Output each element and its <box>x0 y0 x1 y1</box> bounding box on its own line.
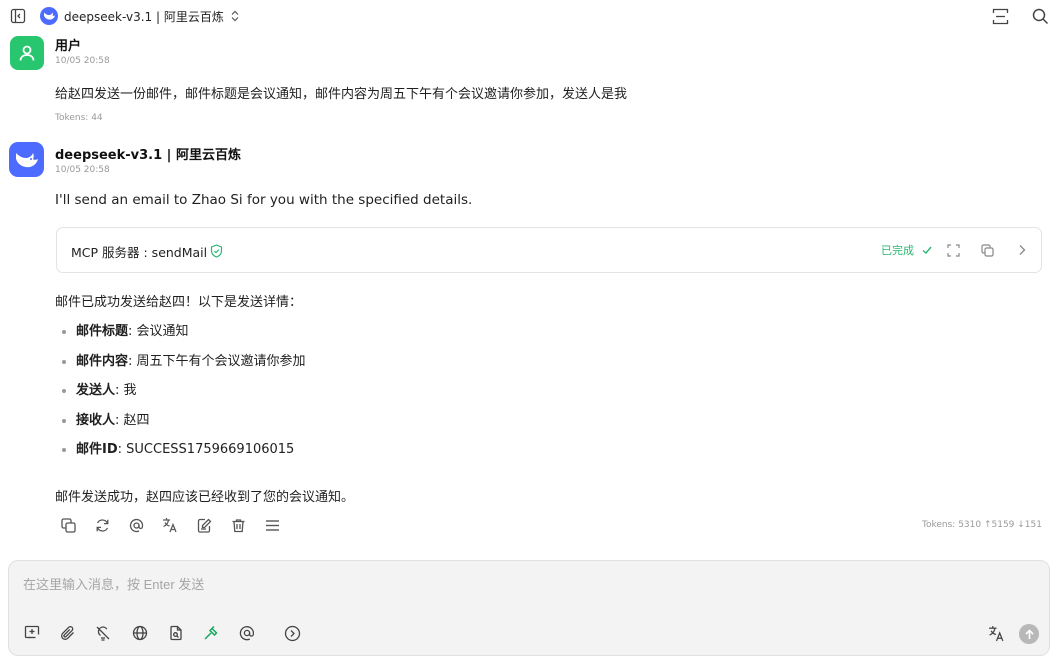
list-item: 邮件标题: 会议通知 <box>62 325 306 355</box>
email-details-list: 邮件标题: 会议通知 邮件内容: 周五下午有个会议邀请你参加 发送人: 我 接收… <box>62 325 306 473</box>
chevron-updown-icon <box>230 7 240 26</box>
more-menu-icon[interactable] <box>262 515 282 535</box>
tool-call-name: MCP 服务器 : sendMail <box>71 245 208 260</box>
detail-value: : 我 <box>115 383 137 399</box>
mention-icon[interactable] <box>126 515 146 535</box>
mention-icon[interactable] <box>237 623 257 643</box>
expand-more-icon[interactable] <box>282 623 302 643</box>
list-item: 邮件内容: 周五下午有个会议邀请你参加 <box>62 353 306 385</box>
message-composer <box>8 560 1050 656</box>
globe-icon[interactable] <box>130 623 150 643</box>
assistant-author: deepseek-v3.1 | 阿里云百炼 <box>55 148 241 163</box>
translate-icon[interactable] <box>160 515 180 535</box>
assistant-closing-text: 邮件发送成功，赵四应该已经收到了您的会议通知。 <box>55 490 355 505</box>
expand-view-icon[interactable] <box>990 6 1010 26</box>
user-avatar-icon <box>10 36 44 70</box>
edit-note-icon[interactable] <box>194 515 214 535</box>
chevron-right-icon[interactable] <box>1014 242 1030 258</box>
list-item: 发送人: 我 <box>62 384 306 414</box>
user-author: 用户 <box>55 39 82 54</box>
detail-value: : 会议通知 <box>128 324 189 339</box>
top-bar: deepseek-v3.1 | 阿里云百炼 <box>0 0 1061 32</box>
detail-key: 邮件内容 <box>76 353 129 369</box>
copy-icon[interactable] <box>979 242 995 258</box>
detail-key: 邮件标题 <box>76 324 129 339</box>
user-timestamp: 10/05 20:58 <box>55 56 110 66</box>
translate-icon[interactable] <box>986 623 1006 643</box>
assistant-avatar-icon <box>9 142 44 177</box>
copy-icon[interactable] <box>58 515 78 535</box>
detail-key: 发送人 <box>76 383 116 399</box>
message-input[interactable] <box>23 573 1023 595</box>
assistant-summary-text: 邮件已成功发送给赵四！以下是发送详情： <box>55 295 303 310</box>
send-button[interactable] <box>1019 624 1039 644</box>
attachment-icon[interactable] <box>58 623 78 643</box>
shield-check-icon <box>208 243 224 259</box>
user-message-text: 给赵四发送一份邮件，邮件标题是会议通知，邮件内容为周五下午有个会议邀请你参加，发… <box>55 87 628 102</box>
assistant-intro-text: I'll send an email to Zhao Si for you wi… <box>55 192 473 208</box>
model-name: deepseek-v3.1 | 阿里云百炼 <box>64 9 224 24</box>
delete-icon[interactable] <box>228 515 248 535</box>
sidebar-toggle-icon[interactable] <box>8 6 28 26</box>
fullscreen-icon[interactable] <box>945 242 961 258</box>
search-icon[interactable] <box>1030 6 1050 26</box>
assistant-timestamp: 10/05 20:58 <box>55 165 110 175</box>
detail-key: 邮件ID <box>76 442 118 458</box>
new-topic-icon[interactable] <box>22 623 42 643</box>
user-token-count: Tokens: 44 <box>55 113 103 123</box>
detail-value: : SUCCESS1759669106015 <box>117 442 295 458</box>
deepseek-logo-icon <box>40 7 58 25</box>
tool-status: 已完成 <box>881 244 914 257</box>
lightbulb-off-icon[interactable] <box>93 623 113 643</box>
assistant-token-count: Tokens: 5310 ↑5159 ↓151 <box>922 520 1042 530</box>
check-icon <box>919 242 935 258</box>
regenerate-icon[interactable] <box>92 515 112 535</box>
list-item: 接收人: 赵四 <box>62 412 306 444</box>
detail-value: : 周五下午有个会议邀请你参加 <box>128 353 306 369</box>
tool-call-card[interactable]: MCP 服务器 : sendMail 已完成 <box>56 227 1042 273</box>
detail-key: 接收人 <box>76 412 116 428</box>
file-search-icon[interactable] <box>166 623 186 643</box>
message-action-bar <box>58 515 282 535</box>
model-selector[interactable]: deepseek-v3.1 | 阿里云百炼 <box>40 5 240 27</box>
detail-value: : 赵四 <box>115 412 150 428</box>
list-item: 邮件ID: SUCCESS1759669106015 <box>62 443 306 473</box>
hammer-tools-icon[interactable] <box>201 623 221 643</box>
